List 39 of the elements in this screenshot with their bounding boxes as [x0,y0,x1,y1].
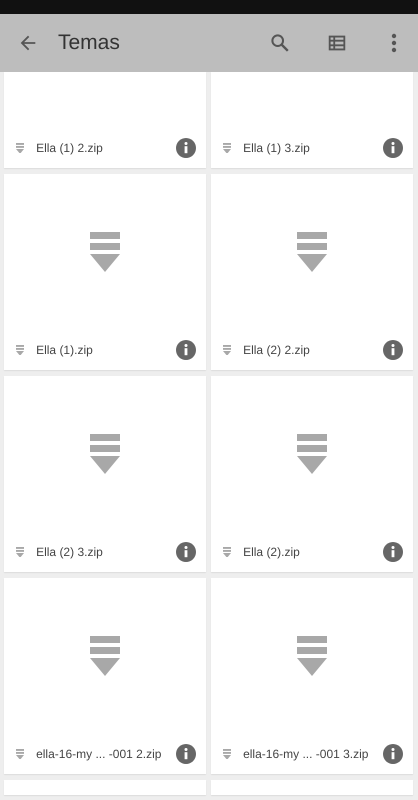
file-name: Ella (2) 3.zip [36,545,104,559]
page-title: Temas [58,31,121,55]
info-icon[interactable] [176,744,196,764]
info-icon[interactable] [383,542,403,562]
info-icon[interactable] [176,138,196,158]
zip-file-icon [90,232,120,272]
file-card[interactable]: Ella (2) 2.zip [211,174,413,370]
file-card[interactable]: Ella (2) 3.zip [4,376,206,572]
info-icon[interactable] [176,542,196,562]
zip-file-icon [297,232,327,272]
zip-icon [16,546,24,558]
file-card[interactable]: ella-16-my ... -001 2.zip [4,578,206,774]
zip-file-icon [90,434,120,474]
file-name: ella-16-my ... -001 3.zip [243,747,370,761]
zip-file-icon [297,636,327,676]
file-name: Ella (1).zip [36,343,94,357]
file-name: Ella (2).zip [243,545,301,559]
zip-icon [16,142,24,154]
file-card[interactable]: Ella (1) 3.zip [211,72,413,168]
zip-icon [223,344,232,356]
file-name: Ella (2) 2.zip [243,343,311,357]
file-name: Ella (1) 2.zip [36,141,104,155]
zip-icon [16,344,24,356]
zip-icon [223,748,232,760]
info-icon[interactable] [383,340,403,360]
file-card[interactable]: Ella (1).zip [4,174,206,370]
file-name: Ella (1) 3.zip [243,141,311,155]
file-name: ella-16-my ... -001 2.zip [36,747,162,761]
info-icon[interactable] [176,340,196,360]
zip-icon [223,142,232,154]
file-card[interactable]: Ella (1) 2.zip [4,72,206,168]
zip-file-icon [90,636,120,676]
zip-file-icon [297,434,327,474]
file-card[interactable]: Ella (2).zip [211,376,413,572]
info-icon[interactable] [383,744,403,764]
zip-icon [16,748,24,760]
file-card[interactable]: ella-16-my ... -001 3.zip [211,578,413,774]
info-icon[interactable] [383,138,403,158]
zip-icon [223,546,232,558]
